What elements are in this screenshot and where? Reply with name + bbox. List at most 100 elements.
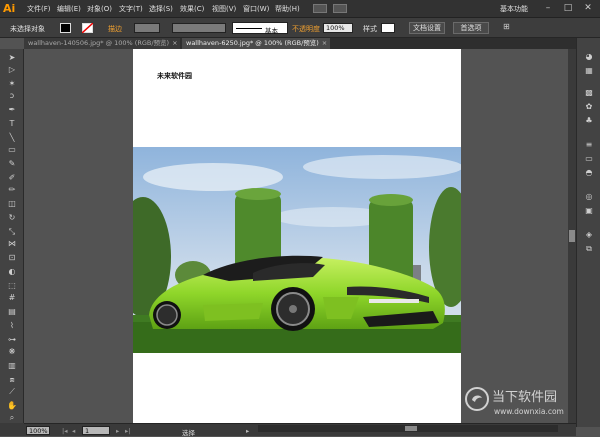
app-logo: Ai [3,2,16,15]
car-photo[interactable] [133,147,461,353]
color-guide-icon[interactable]: ▦ [583,66,595,76]
opacity-field[interactable]: 100% [323,23,353,33]
menu-effect[interactable]: 效果(C) [180,4,204,14]
menu-help[interactable]: 帮助(H) [275,4,300,14]
slice-tool-icon[interactable]: ⟋ [5,387,19,397]
symbols-panel-icon[interactable]: ♣ [583,116,595,126]
panel-dock: ◕ ▦ ▩ ✿ ♣ ≡ ▭ ◓ ◎ ▣ ◈ ⧉ [576,38,600,427]
status-left-strip [0,423,24,436]
stroke-label[interactable]: 描边 [108,24,122,34]
graphic-style-swatch[interactable] [381,23,395,33]
menu-view[interactable]: 视图(V) [212,4,236,14]
site-watermark: 当下软件园 www.downxia.com [464,384,594,430]
first-page-icon[interactable]: |◂ [62,427,67,435]
minimize-button[interactable]: – [540,2,556,15]
pencil-tool-icon[interactable]: ✐ [5,173,19,183]
transparency-panel-icon[interactable]: ◓ [583,168,595,178]
tab-wallhaven-6250[interactable]: wallhaven-6250.jpg* @ 100% (RGB/预览) × [182,38,330,49]
fill-swatch[interactable] [60,23,71,33]
graphic-styles-icon[interactable]: ▣ [583,206,595,216]
rectangle-tool-icon[interactable]: ▭ [5,145,19,155]
close-button[interactable]: ✕ [580,2,596,15]
watermark-url: www.downxia.com [494,407,564,416]
gradient-panel-icon[interactable]: ▭ [583,154,595,164]
color-panel-icon[interactable]: ◕ [583,52,595,62]
stroke-weight-field[interactable] [134,23,160,33]
paintbrush-tool-icon[interactable]: ✎ [5,159,19,169]
selection-status: 未选择对象 [10,25,45,33]
artboards-panel-icon[interactable]: ⧉ [583,244,595,254]
blob-brush-tool-icon[interactable]: ✏ [5,185,19,195]
pen-tool-icon[interactable]: ✒ [5,105,19,115]
close-icon[interactable]: × [322,39,327,47]
zoom-tool-icon[interactable]: ⌕ [5,413,19,423]
rotate-tool-icon[interactable]: ↻ [5,213,19,223]
type-tool-icon[interactable]: T [5,119,19,129]
status-menu-icon[interactable]: ▸ [246,427,249,435]
control-bar: 未选择对象 描边 基本 不透明度 100% 样式 文档设置 首选项 ⊞ [0,18,600,38]
menu-window[interactable]: 窗口(W) [243,4,269,14]
stroke-swatch[interactable] [82,23,93,33]
stroke-panel-icon[interactable]: ≡ [583,140,595,150]
lasso-tool-icon[interactable]: ↄ [5,91,19,101]
menu-type[interactable]: 文字(T) [119,4,143,14]
swatches-panel-icon[interactable]: ▩ [583,88,595,98]
menu-bar: Ai 文件(F) 编辑(E) 对象(O) 文字(T) 选择(S) 效果(C) 视… [0,0,600,18]
preferences-button[interactable]: 首选项 [453,22,489,34]
direct-selection-tool-icon[interactable]: ▷ [5,65,19,75]
tab-wallhaven-140506[interactable]: wallhaven-140506.jpg* @ 100% (RGB/预览) × [24,38,180,49]
horizontal-scroll-thumb[interactable] [405,426,417,431]
layers-panel-icon[interactable]: ◈ [583,230,595,240]
brush-stroke-preview [236,28,262,29]
eyedropper-tool-icon[interactable]: ⌇ [5,321,19,331]
menu-edit[interactable]: 编辑(E) [57,4,81,14]
scale-tool-icon[interactable]: ⤡ [5,227,19,237]
column-graph-tool-icon[interactable]: ▥ [5,361,19,371]
document-tab-bar: wallhaven-140506.jpg* @ 100% (RGB/预览) × w… [24,38,576,49]
menu-object[interactable]: 对象(O) [87,4,112,14]
selection-tool-icon[interactable]: ➤ [5,53,19,63]
brushes-panel-icon[interactable]: ✿ [583,102,595,112]
watermark-name: 当下软件园 [492,390,558,405]
eraser-tool-icon[interactable]: ◫ [5,199,19,209]
menu-file[interactable]: 文件(F) [27,4,51,14]
shape-builder-tool-icon[interactable]: ◐ [5,267,19,277]
arrange-documents-icon[interactable] [333,4,347,13]
artboard-tool-icon[interactable]: ⧈ [5,375,19,385]
mesh-tool-icon[interactable]: # [5,293,19,303]
magic-wand-tool-icon[interactable]: ✶ [5,79,19,89]
menu-select[interactable]: 选择(S) [149,4,173,14]
document-setup-button[interactable]: 文档设置 [409,22,445,34]
prev-page-icon[interactable]: ◂ [72,427,75,435]
tab-label: wallhaven-6250.jpg* @ 100% (RGB/预览) [186,39,319,47]
hand-tool-icon[interactable]: ✋ [5,401,19,411]
zoom-field[interactable]: 100% [26,426,50,435]
perspective-grid-tool-icon[interactable]: ⬚ [5,281,19,291]
blend-tool-icon[interactable]: ⊶ [5,335,19,345]
workspace-switcher[interactable]: 基本功能 [500,4,528,14]
variable-width-dropdown[interactable] [172,23,226,33]
arrange-icon[interactable]: ⊞ [503,22,517,33]
free-transform-tool-icon[interactable]: ⊡ [5,253,19,263]
watermark-logo-icon [465,387,489,411]
brush-label: 基本 [265,27,278,35]
gradient-tool-icon[interactable]: ▤ [5,307,19,317]
vertical-scroll-thumb[interactable] [569,230,575,242]
tools-panel: ➤ ▷ ✶ ↄ ✒ T ╲ ▭ ✎ ✐ ✏ ◫ ↻ ⤡ ⋈ ⊡ ◐ ⬚ # ▤ … [0,49,24,427]
last-page-icon[interactable]: ▸| [125,427,130,435]
opacity-label[interactable]: 不透明度 [292,24,320,34]
tab-label: wallhaven-140506.jpg* @ 100% (RGB/预览) [28,39,170,47]
appearance-panel-icon[interactable]: ◎ [583,192,595,202]
bridge-icon[interactable] [313,4,327,13]
artboard-title-text[interactable]: 未来软件园 [157,71,192,81]
line-tool-icon[interactable]: ╲ [5,133,19,143]
brush-definition-dropdown[interactable]: 基本 [232,22,288,35]
artboard[interactable]: 未来软件园 [133,49,461,424]
maximize-button[interactable]: □ [560,2,576,15]
width-tool-icon[interactable]: ⋈ [5,239,19,249]
page-number-field[interactable]: 1 [82,426,110,435]
close-icon[interactable]: × [172,39,177,47]
next-page-icon[interactable]: ▸ [116,427,119,435]
symbol-sprayer-tool-icon[interactable]: ❋ [5,347,19,357]
style-label: 样式 [363,25,377,33]
